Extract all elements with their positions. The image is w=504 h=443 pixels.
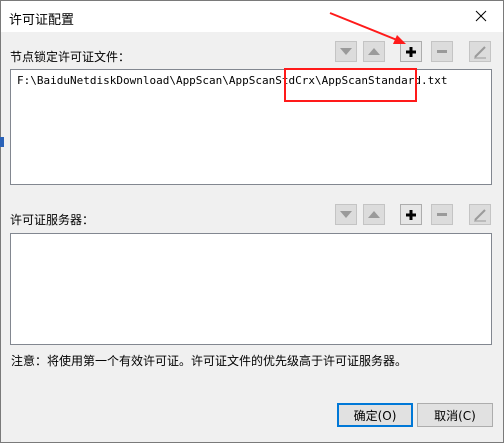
server-add-button[interactable] bbox=[400, 204, 422, 225]
window-edge-accent bbox=[0, 137, 4, 147]
node-locked-label: 节点锁定许可证文件： bbox=[10, 50, 131, 64]
license-server-label: 许可证服务器： bbox=[10, 213, 95, 227]
remove-icon bbox=[437, 49, 447, 53]
node-add-button[interactable] bbox=[400, 41, 422, 62]
node-edit-button[interactable] bbox=[469, 41, 491, 62]
license-config-dialog: 许可证配置 节点锁定许可证文件： F:\BaiduNetdiskDownload… bbox=[0, 0, 504, 443]
move-up-icon bbox=[368, 210, 380, 218]
add-icon bbox=[406, 209, 416, 220]
title-bar: 许可证配置 bbox=[1, 1, 503, 32]
remove-icon bbox=[437, 212, 447, 216]
node-move-down-button[interactable] bbox=[335, 41, 357, 62]
move-up-icon bbox=[368, 47, 380, 55]
server-edit-button[interactable] bbox=[469, 204, 491, 225]
window-title: 许可证配置 bbox=[9, 13, 75, 28]
license-server-list[interactable] bbox=[10, 233, 492, 345]
close-button[interactable] bbox=[458, 1, 503, 31]
add-icon bbox=[406, 46, 416, 57]
server-move-up-button[interactable] bbox=[363, 204, 385, 225]
edit-icon bbox=[474, 208, 486, 221]
node-move-up-button[interactable] bbox=[363, 41, 385, 62]
note-text: 注意：将使用第一个有效许可证。许可证文件的优先级高于许可证服务器。 bbox=[11, 354, 408, 368]
node-locked-list[interactable]: F:\BaiduNetdiskDownload\AppScan\AppScanS… bbox=[10, 69, 492, 185]
close-icon bbox=[475, 10, 486, 22]
node-remove-button[interactable] bbox=[431, 41, 453, 62]
annotation-highlight-box bbox=[284, 68, 417, 102]
server-move-down-button[interactable] bbox=[335, 204, 357, 225]
cancel-button[interactable]: 取消(C) bbox=[417, 403, 493, 427]
ok-button[interactable]: 确定(O) bbox=[337, 403, 413, 427]
move-down-icon bbox=[340, 47, 352, 55]
server-remove-button[interactable] bbox=[431, 204, 453, 225]
move-down-icon bbox=[340, 210, 352, 218]
edit-icon bbox=[474, 45, 486, 58]
